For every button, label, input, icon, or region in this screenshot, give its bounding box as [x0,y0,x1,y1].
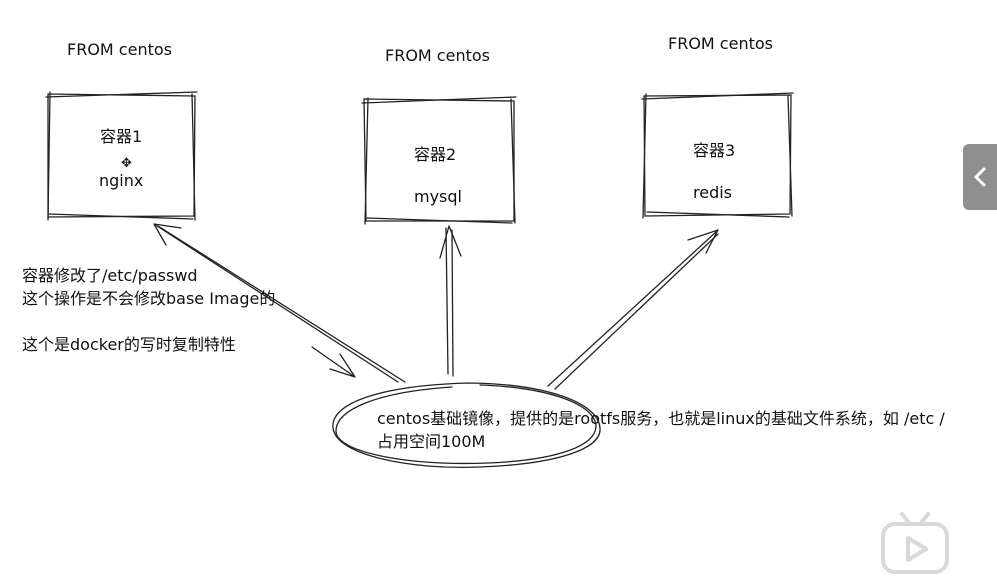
chevron-left-icon [974,167,986,187]
container-2-name: 容器2 [414,145,457,164]
arrow-to-container-2 [439,225,462,377]
container-2-from-label: FROM centos [385,46,490,65]
container-1-from-label: FROM centos [67,40,172,59]
container-1-name: 容器1 [100,127,143,146]
side-panel-toggle[interactable] [963,144,997,210]
base-image-line-2: 占用空间100M [377,432,486,451]
base-image-line-1: centos基础镜像，提供的是rootfs服务，也就是linux的基础文件系统，… [377,409,945,428]
arrow-to-container-3 [547,229,719,390]
container-3-app: redis [693,183,733,202]
bilibili-tv-icon[interactable] [878,508,952,578]
container-2-app: mysql [414,187,462,206]
container-1-app: nginx [99,171,144,190]
container-3-from-label: FROM centos [668,34,773,53]
note-line-2: 这个操作是不会修改base Image的 [22,289,276,308]
move-cursor-icon: ✥ [121,156,132,171]
note-line-1: 容器修改了/etc/passwd [22,266,198,285]
container-3-name: 容器3 [693,141,736,160]
note-line-3: 这个是docker的写时复制特性 [22,335,236,354]
